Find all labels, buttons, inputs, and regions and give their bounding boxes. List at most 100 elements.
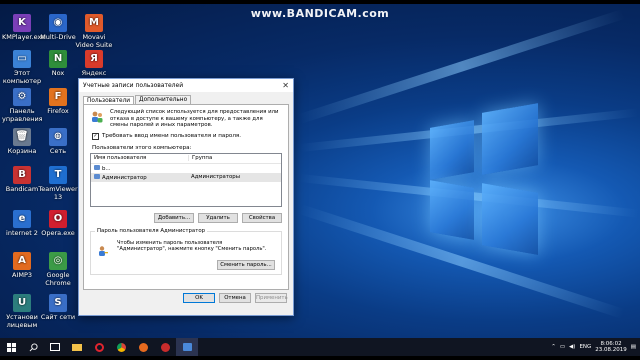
- table-row[interactable]: b...: [91, 164, 281, 173]
- app-icon: ⚙: [13, 88, 31, 106]
- taskbar: ⌃ ▭ ◀) ENG 8:06:02 23.08.2019 ▤: [0, 338, 640, 356]
- network-icon[interactable]: ▭: [560, 344, 565, 350]
- info-text: Следующий список используется для предос…: [110, 109, 279, 128]
- desktop-icon[interactable]: K KMPlayer.exe: [2, 14, 45, 42]
- desktop-icon[interactable]: ⊕ Сеть: [38, 128, 78, 156]
- app-icon: ◉: [49, 14, 67, 32]
- desktop-icon-label: internet 2: [6, 229, 38, 237]
- desktop-icon[interactable]: 🗑 Корзина: [2, 128, 42, 156]
- desktop-icon-label: Сеть: [49, 147, 67, 155]
- desktop-icon[interactable]: Я Яндекс: [74, 50, 114, 78]
- desktop-icon[interactable]: T TeamViewer 13: [38, 166, 78, 201]
- desktop-icon[interactable]: B Bandicam: [2, 166, 42, 194]
- user-key-icon: [97, 242, 109, 256]
- opera-icon[interactable]: [88, 338, 110, 356]
- user-icon: [94, 173, 100, 179]
- notifications-icon[interactable]: ▤: [631, 344, 636, 350]
- users-icon: [90, 109, 104, 123]
- desktop-icon[interactable]: A AIMP3: [2, 252, 42, 280]
- desktop-icon[interactable]: ⚙ Панель управления: [2, 88, 43, 123]
- desktop-icon[interactable]: M Movavi Video Suite: [74, 14, 114, 49]
- app-icon: ◎: [49, 252, 67, 270]
- desktop-icon[interactable]: O Opera.exe: [38, 210, 78, 238]
- dialog-titlebar[interactable]: Учетные записи пользователей ✕: [79, 79, 293, 92]
- desktop-icon[interactable]: ▭ Этот компьютер: [2, 50, 42, 85]
- require-password-checkbox[interactable]: ✓: [92, 132, 99, 140]
- bottom-letterbox: [0, 356, 640, 360]
- light-beam: [298, 9, 625, 124]
- app-icon: 🗑: [13, 128, 31, 146]
- column-header-username[interactable]: Имя пользователя: [91, 155, 189, 161]
- bandicam-watermark: www.BANDICAM.com: [250, 7, 390, 20]
- users-list[interactable]: Имя пользователя Группа b... Администрат…: [90, 152, 282, 207]
- desktop-icon[interactable]: N Nox: [38, 50, 78, 78]
- password-group-title: Пароль пользователя Администратор: [95, 227, 208, 234]
- row-group: Администраторы: [191, 174, 240, 180]
- desktop-icon-label: Панель управления: [2, 107, 43, 123]
- desktop-icon-label: Bandicam: [5, 185, 39, 193]
- firefox-icon[interactable]: [132, 338, 154, 356]
- bandicam-icon[interactable]: [154, 338, 176, 356]
- start-button[interactable]: [0, 338, 22, 356]
- users-section-label: Пользователи этого компьютера:: [92, 144, 192, 151]
- app-icon: N: [49, 50, 67, 68]
- user-accounts-taskbar-icon[interactable]: [176, 338, 198, 356]
- tab-advanced[interactable]: Дополнительно: [135, 95, 192, 104]
- app-icon: T: [49, 166, 67, 184]
- desktop-icon-label: Установи лицевым: [6, 313, 38, 329]
- windows-logo-pane: [482, 103, 538, 175]
- desktop-icon-label: Nox: [51, 69, 65, 77]
- desktop-icon[interactable]: ◎ Google Chrome: [38, 252, 78, 287]
- row-username: b...: [102, 165, 111, 172]
- cancel-button[interactable]: Отмена: [219, 293, 251, 303]
- require-password-option[interactable]: ✓ Требовать ввод имени пользователя и па…: [84, 132, 288, 140]
- app-icon: M: [85, 14, 103, 32]
- close-icon[interactable]: ✕: [282, 81, 289, 90]
- desktop-icon-label: Movavi Video Suite: [75, 33, 113, 49]
- column-header-group[interactable]: Группа: [189, 155, 212, 161]
- properties-button[interactable]: Свойства: [242, 212, 282, 223]
- chrome-icon[interactable]: [110, 338, 132, 356]
- dialog-title: Учетные записи пользователей: [83, 82, 184, 89]
- search-icon[interactable]: [22, 338, 44, 356]
- app-icon: F: [49, 88, 67, 106]
- desktop-icon[interactable]: F Firefox: [38, 88, 78, 116]
- desktop-icon-label: Firefox: [47, 107, 69, 115]
- desktop-icon-label: Этот компьютер: [2, 69, 42, 85]
- app-icon: A: [13, 252, 31, 270]
- change-password-button[interactable]: Сменить пароль...: [217, 259, 275, 270]
- desktop-icon-label: AIMP3: [11, 271, 33, 279]
- app-icon: O: [49, 210, 67, 228]
- apply-button[interactable]: Применить: [255, 293, 288, 303]
- password-text: Чтобы изменить пароль пользователя "Адми…: [117, 239, 267, 252]
- app-icon: ⊕: [49, 128, 67, 146]
- desktop-icon-label: Сайт сети: [40, 313, 76, 321]
- app-icon: e: [13, 210, 31, 228]
- ok-button[interactable]: OK: [183, 293, 215, 303]
- desktop-icon[interactable]: U Установи лицевым: [2, 294, 42, 329]
- add-user-button[interactable]: Добавить...: [154, 212, 194, 223]
- desktop-icon[interactable]: S Сайт сети: [38, 294, 78, 322]
- app-icon: K: [13, 14, 31, 32]
- app-icon: ▭: [13, 50, 31, 68]
- user-icon: [94, 164, 100, 170]
- system-tray: ⌃ ▭ ◀) ENG 8:06:02 23.08.2019 ▤: [551, 341, 640, 353]
- clock[interactable]: 8:06:02 23.08.2019: [595, 341, 627, 353]
- language-indicator[interactable]: ENG: [579, 344, 591, 350]
- table-row[interactable]: Администратор Администраторы: [91, 172, 281, 182]
- task-view-icon[interactable]: [44, 338, 66, 356]
- desktop-icon[interactable]: ◉ Multi-Drive: [38, 14, 78, 42]
- clock-date: 23.08.2019: [595, 347, 627, 353]
- dialog-footer: OK Отмена Применить: [79, 290, 293, 306]
- remove-user-button[interactable]: Удалить: [198, 212, 238, 223]
- require-password-label: Требовать ввод имени пользователя и паро…: [102, 133, 242, 139]
- desktop-icon-label: Яндекс: [81, 69, 107, 77]
- user-actions: Добавить... Удалить Свойства: [84, 207, 288, 223]
- file-explorer-icon[interactable]: [66, 338, 88, 356]
- windows-logo-pane: [482, 183, 538, 255]
- password-group: Пароль пользователя Администратор Чтобы …: [90, 227, 282, 275]
- desktop-icon[interactable]: e internet 2: [2, 210, 42, 238]
- volume-icon[interactable]: ◀): [569, 344, 575, 350]
- desktop-icon-label: TeamViewer 13: [38, 185, 78, 201]
- tray-arrow-icon[interactable]: ⌃: [551, 344, 556, 350]
